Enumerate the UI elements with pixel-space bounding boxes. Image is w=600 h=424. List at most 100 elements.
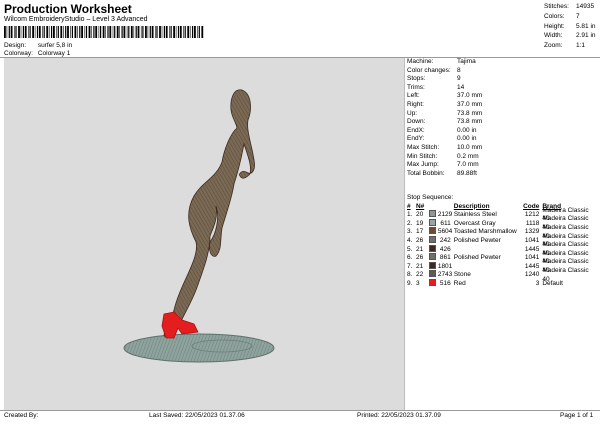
machine-info-row: Down: 73.8 mm — [407, 118, 597, 127]
summary-value: 2.91 in — [576, 32, 596, 40]
color-swatch-box — [428, 235, 436, 243]
barcode-bar — [105, 26, 106, 38]
barcode-bar — [169, 26, 170, 38]
barcode-bar — [149, 26, 151, 38]
design-row: Design: surfer 5,8 in — [4, 42, 72, 49]
barcode-bar — [159, 26, 161, 38]
summary-panel: Stitches: 14935 Colors: 7 Height: 5.81 in W… — [544, 2, 600, 51]
barcode-bar — [88, 26, 91, 38]
summary-row: Zoom: 1:1 — [544, 41, 600, 51]
row-code: 1329 — [524, 228, 540, 236]
barcode-bar — [85, 26, 88, 38]
machine-info-panel: Machine: Tajima Color changes: 8 Stops: 9 Trim… — [407, 58, 597, 178]
barcode-bar — [183, 26, 184, 38]
barcode-bar — [48, 26, 50, 38]
info-label: Stops: — [407, 75, 426, 83]
row-num: 8. — [407, 271, 413, 279]
stop-sequence-label: Stop Sequence: — [407, 194, 454, 201]
machine-info-row: Left: 37.0 mm — [407, 92, 597, 101]
info-label: Left: — [407, 92, 420, 100]
row-code: 1118 — [525, 219, 540, 227]
color-swatch-box — [428, 261, 436, 269]
row-needle: 21 — [415, 262, 424, 270]
summary-label: Height: — [544, 22, 565, 30]
machine-info-row: Total Bobbin: 89.88ft — [407, 170, 597, 179]
barcode-bar — [109, 26, 112, 38]
row-description: Polished Pewter — [453, 254, 501, 262]
row-num: 6. — [407, 254, 413, 262]
barcode-bar — [135, 26, 137, 38]
color-swatch-box — [428, 278, 436, 286]
barcode-bar — [36, 26, 39, 38]
barcode-bar — [91, 26, 92, 38]
color-swatch-box — [428, 210, 436, 218]
barcode-bar — [51, 26, 53, 38]
info-value: 37.0 mm — [457, 92, 483, 100]
row-stitches: 2743 — [437, 271, 453, 279]
software-subtitle: Wilcom EmbroideryStudio – Level 3 Advanc… — [4, 16, 148, 23]
barcode-bar — [147, 26, 149, 38]
row-num: 2. — [407, 219, 413, 227]
colorway-label: Colorway: — [4, 50, 33, 57]
printed-date: Printed: 22/05/2023 01.37.09 — [357, 412, 441, 419]
row-stitches: 426 — [439, 245, 451, 253]
row-needle: 21 — [415, 245, 424, 253]
summary-value: 5.81 in — [576, 22, 596, 30]
row-num: 7. — [407, 262, 413, 270]
summary-row: Height: 5.81 in — [544, 22, 600, 32]
barcode-bar — [60, 26, 63, 38]
info-value: 9 — [457, 75, 461, 83]
barcode-bar — [81, 26, 83, 38]
barcode-bar — [177, 26, 180, 38]
row-description: Red — [453, 279, 466, 287]
last-saved: Last Saved: 22/05/2023 01.37.06 — [149, 412, 245, 419]
summary-label: Width: — [544, 32, 563, 40]
row-code: 3 — [535, 279, 540, 287]
barcode-bar — [32, 26, 34, 38]
machine-info-row: EndX: 0.00 in — [407, 127, 597, 136]
worksheet-title: Production Worksheet — [4, 2, 132, 16]
barcode-bar — [194, 26, 196, 38]
row-num: 1. — [407, 211, 413, 219]
info-label: Down: — [407, 118, 426, 126]
info-label: Up: — [407, 109, 418, 117]
info-value: 7.0 mm — [457, 161, 479, 169]
col-header-num: # — [407, 202, 411, 210]
design-value: surfer 5,8 in — [37, 42, 73, 49]
barcode-bar — [20, 26, 22, 38]
info-label: EndY: — [407, 135, 425, 143]
barcode-bar — [130, 26, 133, 38]
barcode-bar — [79, 26, 81, 38]
barcode-bar — [65, 26, 67, 38]
info-label: EndX: — [407, 126, 425, 134]
row-code: 1041 — [524, 254, 540, 262]
summary-value: 1:1 — [576, 42, 586, 50]
barcode-bar — [170, 26, 172, 38]
info-value: 8 — [457, 66, 461, 74]
summary-row: Width: 2.91 in — [544, 31, 600, 41]
row-needle: 26 — [415, 236, 424, 244]
info-label: Color changes: — [407, 66, 451, 74]
info-value: 0.2 mm — [457, 152, 479, 160]
color-swatch-box — [428, 227, 436, 235]
barcode-bar — [151, 26, 154, 38]
row-stitches: 611 — [440, 219, 451, 227]
barcode-bar — [163, 26, 165, 38]
divider — [0, 410, 600, 411]
barcode — [4, 26, 204, 38]
row-code: 1041 — [524, 236, 540, 244]
barcode-bar — [140, 26, 142, 38]
machine-info-row: Up: 73.8 mm — [407, 110, 597, 119]
info-label: Right: — [407, 100, 424, 108]
barcode-bar — [63, 26, 64, 38]
row-description: Stainless Steel — [453, 211, 497, 219]
row-num: 4. — [407, 236, 413, 244]
created-by: Created By: — [4, 412, 39, 419]
page-number: Page 1 of 1 — [560, 412, 594, 419]
barcode-bar — [15, 26, 17, 38]
colorway-row: Colorway: Colorway 1 — [4, 50, 70, 57]
row-code: 1212 — [524, 211, 540, 219]
row-stitches: 2129 — [437, 211, 453, 219]
row-needle: 17 — [415, 228, 424, 236]
row-description: Stone — [453, 271, 471, 279]
